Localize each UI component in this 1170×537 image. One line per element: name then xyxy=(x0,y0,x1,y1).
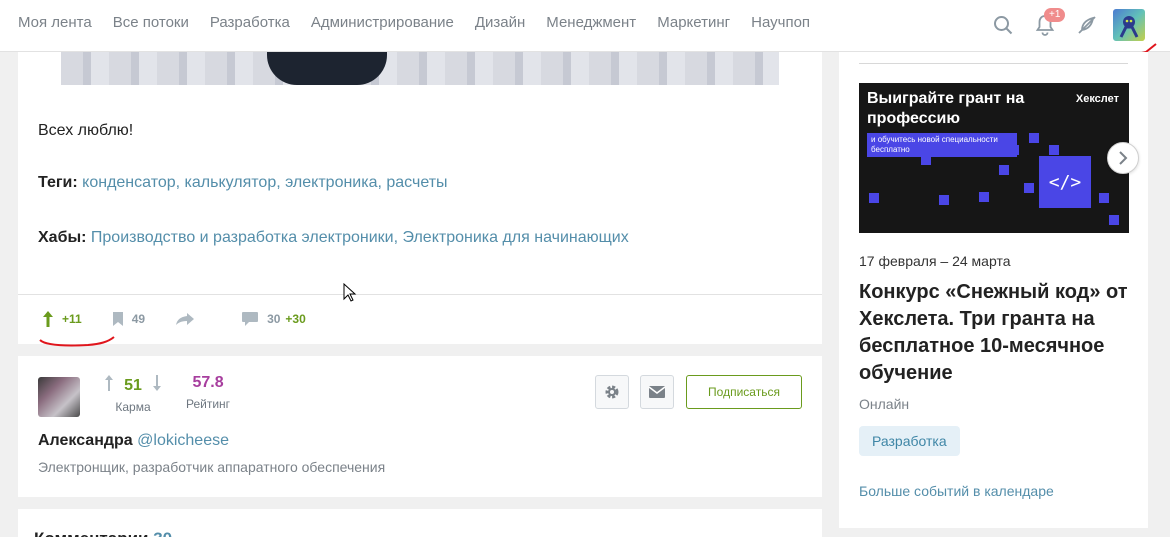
sidebar-divider xyxy=(859,63,1128,64)
author-avatar[interactable] xyxy=(38,377,80,417)
event-tag[interactable]: Разработка xyxy=(859,426,960,456)
arrow-up-icon xyxy=(43,311,53,327)
article-hubs-row: Хабы: Производство и разработка электрон… xyxy=(38,229,629,247)
promo-pixel xyxy=(869,193,879,203)
karma-value: 51 xyxy=(124,377,142,394)
nav-item-my-feed[interactable]: Моя лента xyxy=(18,14,92,32)
nav-item-design[interactable]: Дизайн xyxy=(475,14,525,32)
comments-section: Комментарии 30 xyxy=(18,509,822,537)
author-handle[interactable]: @lokicheese xyxy=(137,432,229,449)
code-brackets-icon: </> xyxy=(1039,156,1091,208)
promo-pixel xyxy=(939,195,949,205)
bookmark-icon xyxy=(112,312,123,326)
nav-item-all-flows[interactable]: Все потоки xyxy=(113,14,189,32)
bookmark-count: 49 xyxy=(131,312,146,326)
article-body-text: Всех люблю! xyxy=(38,122,134,139)
promo-pixel xyxy=(1009,145,1019,155)
rating-value: 57.8 xyxy=(192,374,224,391)
promo-pixel xyxy=(1109,215,1119,225)
promo-pixel xyxy=(1049,145,1059,155)
promo-pixel xyxy=(1024,183,1034,193)
hubs-links[interactable]: Производство и разработка электроники, Э… xyxy=(91,229,629,246)
search-icon xyxy=(994,16,1013,35)
comments-header: Комментарии 30 xyxy=(34,529,172,537)
more-events-link[interactable]: Больше событий в календаре xyxy=(859,483,1054,499)
quill-icon xyxy=(1078,16,1096,34)
event-title[interactable]: Конкурс «Снежный код» от Хекслета. Три г… xyxy=(859,279,1129,387)
nav-item-management[interactable]: Менеджмент xyxy=(546,14,636,32)
share-arrow-icon xyxy=(176,313,195,325)
vote-button[interactable]: +11 xyxy=(42,310,82,328)
promo-pixel xyxy=(921,155,931,165)
promo-pixel xyxy=(1099,193,1109,203)
article-card: Всех люблю! Теги: конденсатор, калькулят… xyxy=(18,52,822,344)
nav-item-popsci[interactable]: Научпоп xyxy=(751,14,810,32)
vote-count: +11 xyxy=(62,312,82,326)
comments-button[interactable]: 30 +30 xyxy=(241,311,306,327)
karma-up-icon[interactable] xyxy=(104,374,114,392)
new-comments-count: +30 xyxy=(285,312,306,326)
chevron-right-icon xyxy=(1119,151,1128,165)
comments-header-count: 30 xyxy=(153,529,172,537)
hubs-label: Хабы: xyxy=(38,229,87,246)
author-settings-button[interactable] xyxy=(595,375,629,409)
comment-bubble-icon xyxy=(242,312,259,326)
mouse-cursor-icon xyxy=(343,283,357,302)
rating-block: 57.8 Рейтинг xyxy=(186,374,230,411)
notification-badge: +1 xyxy=(1044,8,1066,22)
promo-pixel xyxy=(1029,133,1039,143)
event-place: Онлайн xyxy=(859,396,910,412)
author-name[interactable]: Александра xyxy=(38,432,133,449)
user-avatar xyxy=(1113,9,1145,41)
karma-block: 51 Карма xyxy=(102,374,164,414)
article-image-detail xyxy=(267,52,387,85)
comments-count: 30 xyxy=(267,312,281,326)
main-nav: Моя лента Все потоки Разработка Админист… xyxy=(18,14,831,32)
karma-down-icon[interactable] xyxy=(152,374,162,392)
divider xyxy=(18,294,822,295)
bookmark-button[interactable]: 49 xyxy=(112,311,145,327)
author-card: 51 Карма 57.8 Рейтинг Подписаться Алекса… xyxy=(18,356,822,497)
article-tags-row: Теги: конденсатор, калькулятор, электрон… xyxy=(38,174,448,192)
event-date: 17 февраля – 24 марта xyxy=(859,253,1011,269)
top-navigation-bar: Моя лента Все потоки Разработка Админист… xyxy=(0,0,1170,52)
search-button[interactable] xyxy=(984,6,1022,44)
share-button[interactable] xyxy=(175,312,203,326)
nav-item-development[interactable]: Разработка xyxy=(210,14,290,32)
tags-label: Теги: xyxy=(38,174,78,191)
promo-pixel xyxy=(999,165,1009,175)
envelope-icon xyxy=(648,386,666,398)
karma-label: Карма xyxy=(115,400,151,414)
top-icons: +1 xyxy=(980,6,1148,44)
carousel-next-button[interactable] xyxy=(1107,142,1139,174)
nav-item-administration[interactable]: Администрирование xyxy=(311,14,454,32)
promo-brand: Хекслет xyxy=(1075,93,1119,105)
article-actions: +11 49 30 +30 xyxy=(42,310,336,328)
comments-title: Комментарии xyxy=(34,529,148,537)
user-menu-button[interactable] xyxy=(1110,6,1148,44)
promo-pixel xyxy=(979,192,989,202)
avatar-figure-icon xyxy=(1119,16,1139,38)
red-underline-mark-votes xyxy=(39,336,115,347)
notifications-button[interactable]: +1 xyxy=(1026,6,1066,44)
send-message-button[interactable] xyxy=(640,375,674,409)
rating-label: Рейтинг xyxy=(186,397,231,411)
sidebar: Выиграйте грант на профессию Хекслет и о… xyxy=(839,52,1148,528)
article-image xyxy=(61,52,779,85)
promo-banner[interactable]: Выиграйте грант на профессию Хекслет и о… xyxy=(859,83,1129,233)
write-post-button[interactable] xyxy=(1068,6,1106,44)
author-name-line: Александра @lokicheese xyxy=(38,432,229,450)
tags-links[interactable]: конденсатор, калькулятор, электроника, р… xyxy=(82,174,447,191)
author-description: Электронщик, разработчик аппаратного обе… xyxy=(38,459,386,475)
subscribe-button[interactable]: Подписаться xyxy=(686,375,802,409)
nav-item-marketing[interactable]: Маркетинг xyxy=(657,14,730,32)
promo-subtitle: и обучитесь новой специальности бесплатн… xyxy=(867,133,1017,157)
promo-title: Выиграйте грант на профессию xyxy=(867,90,1025,127)
gear-icon xyxy=(605,385,619,399)
